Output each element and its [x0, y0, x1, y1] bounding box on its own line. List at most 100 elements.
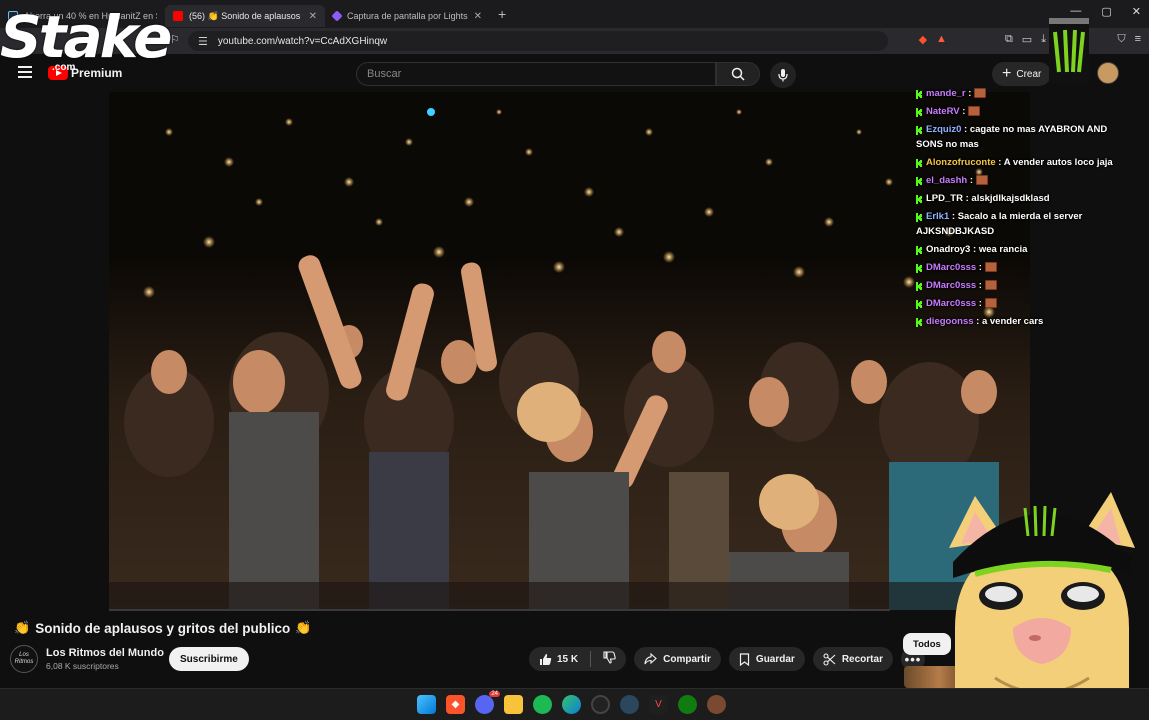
maximize-icon[interactable]: ▢ [1101, 5, 1111, 18]
concert-crowd-image [109, 92, 1030, 610]
chat-message: LPD_TR : alskjdlkajsdklasd [916, 191, 1126, 206]
chat-separator: : [965, 88, 975, 99]
kick-badge-icon [916, 263, 923, 273]
kick-badge-icon [916, 281, 923, 291]
chat-username: LPD_TR [926, 193, 963, 204]
clip-label: Recortar [841, 653, 883, 665]
chat-separator: : [970, 244, 979, 255]
chat-username: Alonzofruconte [926, 157, 996, 168]
chat-username: Ezquiz0 [926, 124, 962, 135]
game-app-icon[interactable] [707, 695, 726, 714]
chat-message: diegoonss : a vender cars [916, 314, 1126, 329]
sidebar-icon[interactable]: ▭ [1022, 33, 1032, 46]
chat-text: wea rancia [978, 244, 1028, 255]
chat-message: NateRV : [916, 104, 1126, 119]
like-count: 15 K [557, 653, 579, 665]
vpn-icon[interactable]: ⛉ [1117, 33, 1125, 46]
kick-badge-icon [916, 194, 923, 204]
dislike-button[interactable] [603, 651, 616, 667]
site-settings-icon[interactable]: ☰ [198, 35, 208, 48]
close-tab-icon[interactable]: ✕ [474, 11, 482, 22]
spotify-icon[interactable] [533, 695, 552, 714]
bookmark-icon[interactable]: ⚐ [170, 33, 180, 46]
obs-icon[interactable] [591, 695, 610, 714]
chat-message: Ezquiz0 : cagate no mas AYABRON AND SONS… [916, 122, 1126, 152]
file-explorer-icon[interactable] [504, 695, 523, 714]
brave-browser-icon[interactable]: ◆ [446, 695, 465, 714]
chat-message: el_dashh : [916, 173, 1126, 188]
discord-badge: 24 [489, 691, 500, 697]
kick-badge-icon [916, 245, 923, 255]
chat-username: NateRV [926, 106, 960, 117]
subscriber-count: 6,08 K suscriptores [46, 661, 119, 671]
subscribe-button[interactable]: Suscribirme [169, 647, 249, 671]
thumbs-up-icon [540, 653, 552, 665]
clip-button[interactable]: Recortar [812, 647, 893, 671]
monster-energy-can-icon [1049, 18, 1089, 84]
extensions-icon[interactable]: ⧉ [1005, 33, 1013, 46]
new-tab-icon[interactable]: + [498, 6, 506, 22]
chat-emote-icon [984, 280, 997, 291]
discord-icon[interactable]: 24 [475, 691, 500, 714]
thumbs-down-icon [603, 651, 616, 664]
close-window-icon[interactable]: ✕ [1132, 5, 1141, 18]
chat-separator: : [976, 298, 985, 309]
edge-icon[interactable] [562, 695, 581, 714]
kick-badge-icon [916, 317, 923, 327]
chat-separator: : [973, 316, 982, 327]
plus-icon: + [1002, 65, 1012, 82]
brave-rewards-icon[interactable]: ▲ [936, 33, 947, 46]
chat-username: DMarc0sss [926, 298, 977, 309]
account-avatar[interactable] [1097, 62, 1119, 84]
channel-name[interactable]: Los Ritmos del Mundo [46, 647, 164, 659]
chat-message: DMarc0sss : [916, 278, 1126, 293]
kick-badge-icon [916, 299, 923, 309]
microphone-icon [778, 69, 788, 82]
tab-youtube[interactable]: (56) 👏 Sonido de aplausos y gritos del p… [165, 5, 325, 27]
steam-icon[interactable] [620, 695, 639, 714]
valorant-icon[interactable]: V [649, 695, 668, 714]
divider [590, 651, 592, 667]
like-button[interactable]: 15 K [539, 653, 578, 666]
toolbar-icons: ◆ ▲ ⧉ ▭ ⤓ ♫ ⛉ ≡ [919, 33, 1141, 46]
brave-shield-icon[interactable]: ◆ [919, 33, 927, 46]
url-bar[interactable]: ☰ youtube.com/watch?v=CcAdXGHinqw [188, 31, 888, 51]
cat-mascot-overlay [949, 492, 1135, 720]
chat-username: el_dashh [926, 175, 968, 186]
xbox-icon[interactable] [678, 695, 697, 714]
chat-message: DMarc0sss : [916, 260, 1126, 275]
share-button[interactable]: Compartir [634, 647, 721, 671]
share-label: Compartir [663, 653, 711, 665]
lightshot-favicon-icon [331, 10, 343, 22]
chat-message: mande_r : [916, 86, 1126, 101]
channel-avatar[interactable]: Los Ritmos [10, 645, 38, 673]
windows-taskbar: ◆ 24 V [0, 688, 1149, 720]
close-tab-icon[interactable]: ✕ [309, 11, 317, 22]
kick-badge-icon [916, 89, 923, 99]
tab-title: Captura de pantalla por Lightshot [347, 11, 468, 21]
voice-search-button[interactable] [770, 62, 796, 88]
search-button[interactable] [716, 62, 760, 86]
save-button[interactable]: Guardar [728, 647, 805, 671]
tab-title: (56) 👏 Sonido de aplausos y gritos del p… [189, 10, 303, 21]
chat-separator: : [949, 211, 958, 222]
chat-emote-icon [984, 262, 997, 273]
video-player[interactable] [109, 92, 1030, 610]
menu-icon[interactable]: ≡ [1135, 33, 1141, 46]
kick-badge-icon [916, 107, 923, 117]
chat-username: mande_r [926, 88, 966, 99]
chat-message: Erlk1 : Sacalo a la mierda el server AJK… [916, 209, 1126, 239]
windows-start-icon[interactable] [417, 695, 436, 714]
chat-text: a vender cars [981, 316, 1044, 327]
chat-username: DMarc0sss [926, 262, 977, 273]
like-dislike-group: 15 K [529, 647, 627, 671]
chat-separator: : [967, 175, 976, 186]
tab-lightshot[interactable]: Captura de pantalla por Lightshot ✕ [325, 5, 490, 27]
stream-chat-overlay: mande_r : NateRV : Ezquiz0 : cagate no m… [916, 86, 1126, 332]
chat-text: alskjdlkajsdklasd [971, 193, 1050, 204]
search-input[interactable]: Buscar [356, 62, 716, 86]
video-progress-bar[interactable] [109, 609, 890, 611]
chat-text: A vender autos loco jaja [1003, 157, 1113, 168]
chat-username: DMarc0sss [926, 280, 977, 291]
stake-com-label: .com [52, 62, 76, 73]
